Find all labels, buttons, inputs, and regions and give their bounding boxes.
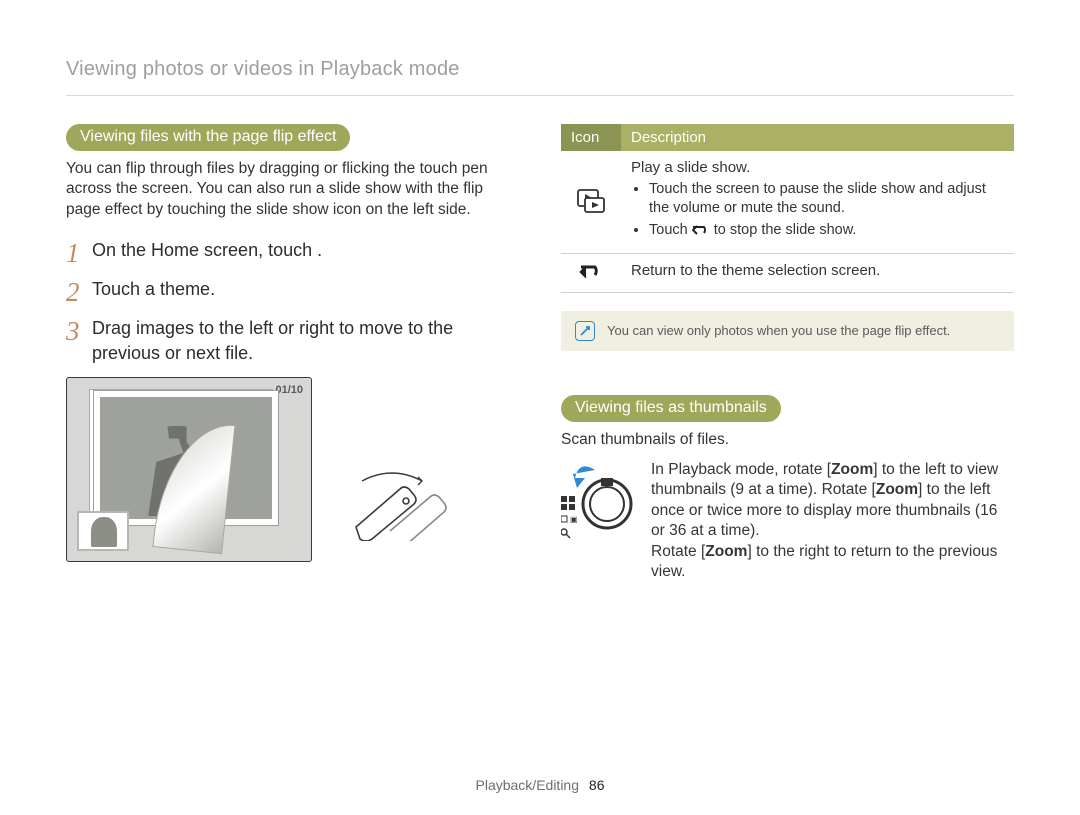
- steps-list: 1 On the Home screen, touch . 2 Touch a …: [66, 238, 519, 365]
- slideshow-icon: [577, 189, 605, 213]
- svg-text:▣: ▣: [570, 515, 578, 524]
- zoom-dial-icon: ▣: [561, 460, 635, 551]
- section-heading-page-flip: Viewing files with the page flip effect: [66, 124, 350, 151]
- page-number: 86: [589, 777, 605, 793]
- section-intro: Scan thumbnails of files.: [561, 430, 1014, 450]
- section-intro: You can flip through files by dragging o…: [66, 159, 519, 220]
- step-number: 1: [66, 238, 92, 267]
- row-description: Return to the theme selection screen.: [621, 253, 1014, 292]
- row-bullet: Touch the screen to pause the slide show…: [649, 180, 1004, 218]
- breadcrumb: Viewing photos or videos in Playback mod…: [66, 58, 1014, 96]
- icon-description-table: Icon Description: [561, 124, 1014, 293]
- step-number: 2: [66, 277, 92, 306]
- table-row: Play a slide show. Touch the screen to p…: [561, 151, 1014, 253]
- step-number: 3: [66, 316, 92, 365]
- left-column: Viewing files with the page flip effect …: [66, 124, 519, 583]
- file-counter: 01/10: [275, 384, 303, 396]
- footer-section: Playback/Editing: [476, 777, 580, 793]
- row-bullet: Touch to stop the slide show.: [649, 221, 1004, 240]
- note-text: You can view only photos when you use th…: [607, 323, 950, 338]
- page-footer: Playback/Editing 86: [0, 777, 1080, 793]
- back-icon: [692, 223, 710, 237]
- row-title: Play a slide show.: [631, 159, 1004, 176]
- page-flip-illustration: 01/10: [66, 377, 386, 562]
- zoom-instructions: In Playback mode, rotate [Zoom] to the l…: [651, 460, 1014, 583]
- info-icon: [575, 321, 595, 341]
- section-heading-thumbnails: Viewing files as thumbnails: [561, 395, 781, 422]
- right-column: Icon Description: [561, 124, 1014, 583]
- note-callout: You can view only photos when you use th…: [561, 311, 1014, 351]
- table-head-icon: Icon: [561, 124, 621, 151]
- return-icon: [578, 262, 604, 282]
- stylus-icon: [344, 469, 454, 541]
- step-text: Drag images to the left or right to move…: [92, 316, 519, 365]
- step-text: On the Home screen, touch .: [92, 238, 322, 267]
- table-head-description: Description: [621, 124, 1014, 151]
- step-text: Touch a theme.: [92, 277, 215, 306]
- table-row: Return to the theme selection screen.: [561, 253, 1014, 292]
